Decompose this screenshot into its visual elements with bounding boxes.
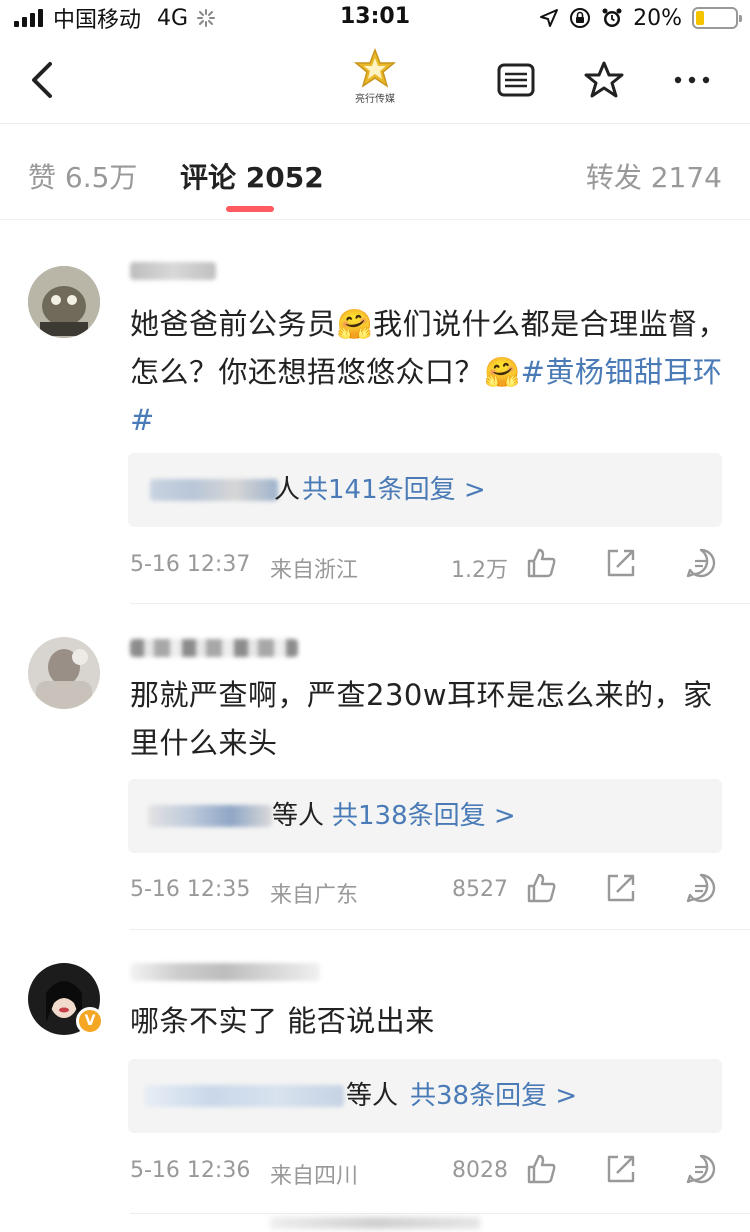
- comment-text: 哪条不实了 能否说出来: [130, 1004, 435, 1038]
- reply-preview[interactable]: 人 共141条回复 >: [128, 453, 722, 527]
- comment-meta: 5-16 12:36 来自四川 8028: [130, 1152, 730, 1192]
- reply-users-blurred: [144, 1085, 344, 1107]
- verified-badge-icon: V: [76, 1007, 104, 1035]
- account-logo: 亮行传媒: [350, 47, 400, 108]
- tabs: 赞 6.5万 评论 2052 转发 2174: [0, 124, 750, 220]
- username-blurred[interactable]: [130, 262, 216, 280]
- divider: [130, 603, 750, 604]
- comment-time: 5-16 12:37: [130, 552, 251, 577]
- comment-text: 她爸爸前公务员🤗我们说什么都是合理监督，怎么？你还想捂悠悠众口？🤗#黄杨钿甜耳环…: [130, 307, 728, 437]
- tab-comments[interactable]: 评论 2052: [180, 156, 324, 196]
- like-count: 8028: [452, 1158, 508, 1183]
- orientation-lock-icon: [570, 8, 591, 28]
- like-count: 8527: [452, 877, 508, 902]
- thumb-up-icon[interactable]: [524, 546, 558, 580]
- comment-item: V 哪条不实了 能否说出来 等人 共38条回复 > 5-16 12:36 来自四…: [0, 931, 750, 1232]
- nav-bar: 亮行传媒: [0, 36, 750, 124]
- comment-icon[interactable]: [684, 871, 718, 905]
- bottom-blurred-text: [270, 1217, 480, 1229]
- thumb-up-icon[interactable]: [524, 871, 558, 905]
- thumb-up-icon[interactable]: [524, 1152, 558, 1186]
- battery-percent: 20%: [633, 5, 682, 31]
- reader-icon[interactable]: [496, 60, 536, 100]
- like-count: 1.2万: [451, 558, 508, 583]
- reply-users-blurred: [148, 805, 272, 827]
- comment-location: 来自广东: [270, 883, 359, 908]
- share-icon[interactable]: [604, 871, 638, 905]
- alarm-icon: [602, 8, 622, 27]
- comment-icon[interactable]: [684, 1152, 718, 1186]
- tab-active-indicator: [226, 206, 274, 212]
- comment-meta: 5-16 12:37 来自浙江 1.2万: [130, 546, 730, 586]
- battery-icon: [692, 7, 742, 29]
- avatar[interactable]: [28, 266, 100, 338]
- tab-likes[interactable]: 赞 6.5万: [28, 156, 137, 196]
- tab-reposts[interactable]: 转发 2174: [586, 156, 722, 196]
- reply-suffix: 人: [274, 475, 301, 505]
- star-icon[interactable]: [584, 60, 624, 100]
- reply-suffix: 等人: [272, 801, 325, 831]
- comment-item: 她爸爸前公务员🤗我们说什么都是合理监督，怎么？你还想捂悠悠众口？🤗#黄杨钿甜耳环…: [0, 220, 750, 605]
- avatar-image: [28, 637, 100, 709]
- reply-count-link[interactable]: 共138条回复 >: [332, 779, 516, 853]
- avatar[interactable]: [28, 637, 100, 709]
- back-icon[interactable]: [24, 56, 64, 104]
- comment-location: 来自浙江: [270, 558, 359, 583]
- divider: [130, 929, 750, 930]
- gold-star-logo: [353, 47, 397, 88]
- status-bar: 中国移动 4G 13:01 20%: [0, 0, 750, 36]
- more-icon[interactable]: [672, 60, 712, 100]
- location-arrow-icon: [540, 9, 559, 27]
- username-blurred[interactable]: [130, 639, 298, 657]
- comment-time: 5-16 12:35: [130, 877, 251, 902]
- comment-text: 那就严查啊，严查230w耳环是怎么来的，家里什么来头: [130, 678, 713, 760]
- reply-suffix: 等人: [346, 1081, 399, 1111]
- reply-preview[interactable]: 等人 共138条回复 >: [128, 779, 722, 853]
- avatar-image: [28, 266, 100, 338]
- comment-icon[interactable]: [684, 546, 718, 580]
- divider: [130, 1213, 750, 1214]
- comment-time: 5-16 12:36: [130, 1158, 251, 1183]
- share-icon[interactable]: [604, 1152, 638, 1186]
- reply-count-link[interactable]: 共141条回复 >: [302, 453, 486, 527]
- reply-count-link[interactable]: 共38条回复 >: [410, 1059, 577, 1133]
- logo-text: 亮行传媒: [355, 94, 395, 105]
- comment-location: 来自四川: [270, 1164, 359, 1189]
- reply-preview[interactable]: 等人 共38条回复 >: [128, 1059, 722, 1133]
- username-blurred[interactable]: [130, 963, 320, 981]
- reply-users-blurred: [150, 479, 278, 501]
- comment-item: 那就严查啊，严查230w耳环是怎么来的，家里什么来头 等人 共138条回复 > …: [0, 605, 750, 931]
- comment-meta: 5-16 12:35 来自广东 8527: [130, 871, 730, 911]
- share-icon[interactable]: [604, 546, 638, 580]
